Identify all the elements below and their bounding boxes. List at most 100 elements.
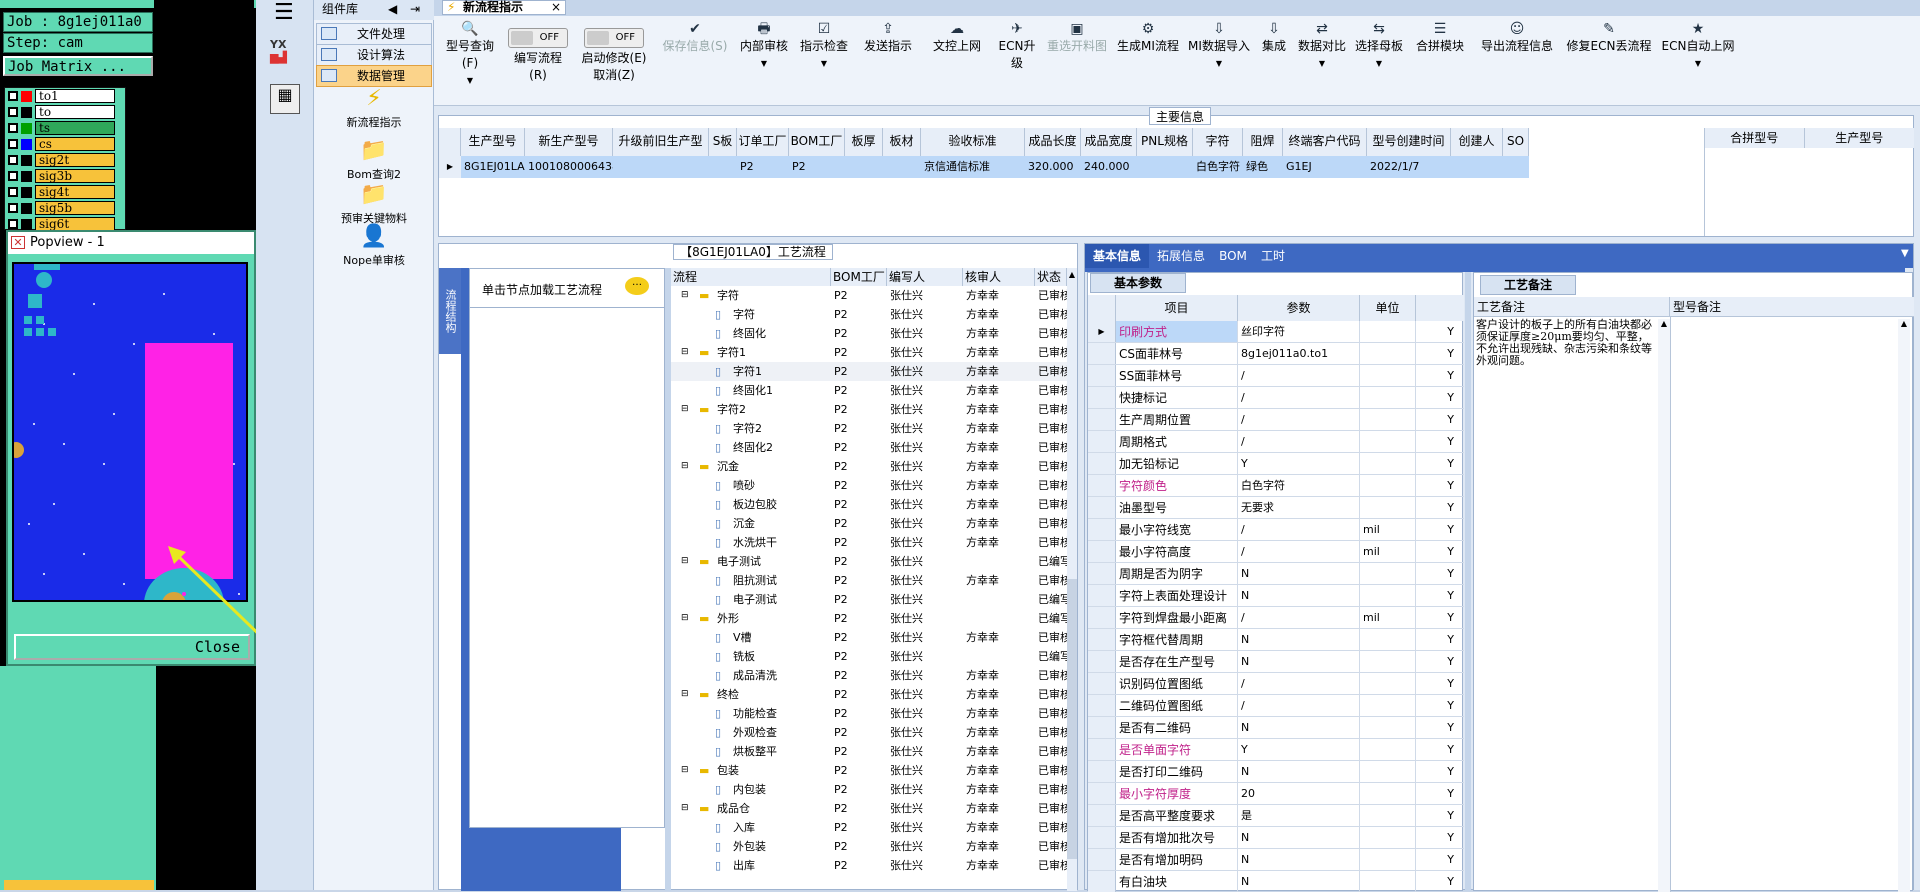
grid-column-header[interactable]: 升级前旧生产型号	[613, 128, 709, 174]
tab-new-process[interactable]: ⚡ 新流程指示 ×	[442, 0, 566, 15]
tree-row[interactable]: ▯ 外观检查 P2 张仕兴 方幸幸 已审核	[671, 723, 1067, 742]
tree-row[interactable]: ⊟ ▬ 字符2 P2 张仕兴 方幸幸 已审核	[671, 400, 1067, 419]
calculator-icon[interactable]: ▦	[270, 84, 300, 114]
toolbar-button[interactable]: 🖶 内部审核 ▼	[736, 20, 792, 92]
grid-cell[interactable]: 白色字符	[1193, 156, 1243, 178]
dropdown-arrow-icon[interactable]: ▼	[1352, 59, 1406, 68]
tree-row[interactable]: ⊟ ▬ 成品仓 P2 张仕兴 方幸幸 已审核	[671, 799, 1067, 818]
tab-basic-params[interactable]: 基本参数	[1090, 273, 1186, 293]
param-value[interactable]: /	[1238, 365, 1360, 386]
param-value[interactable]: /	[1238, 387, 1360, 408]
collapse-icon[interactable]: ⊟	[681, 400, 689, 419]
toolbar-button[interactable]: OFF 启动修改(E) 取消(Z)	[574, 20, 654, 92]
toolbar-button[interactable]: OFF 编写流程(R)	[506, 20, 570, 92]
nav-tool-0[interactable]: ⚡ 新流程指示	[314, 86, 434, 130]
param-row[interactable]: 最小字符线宽 / mil Y	[1088, 519, 1464, 541]
layer-checkbox[interactable]	[8, 91, 18, 101]
param-value[interactable]: /	[1238, 673, 1360, 694]
toolbar-button[interactable]: ★ ECN自动上网 ▼	[1658, 20, 1738, 92]
param-value[interactable]: /	[1238, 519, 1360, 540]
toolbar-button[interactable]: ☺ 导出流程信息	[1474, 20, 1560, 92]
grid-cell[interactable]: 绿色	[1243, 156, 1283, 178]
param-value[interactable]: Y	[1238, 453, 1360, 474]
grid-column-header[interactable]: 字符	[1193, 128, 1243, 156]
toolbar-button[interactable]: ⇩ MI数据导入 ▼	[1186, 20, 1252, 92]
param-row[interactable]: 有白油块 N Y	[1088, 871, 1464, 892]
grid-column-header[interactable]: PNL规格	[1137, 128, 1193, 156]
tree-column-header[interactable]: BOM工厂	[831, 268, 887, 286]
tree-row[interactable]: ▯ 字符 P2 张仕兴 方幸幸 已审核	[671, 305, 1067, 324]
tree-row[interactable]: ▯ 电子测试 P2 张仕兴 已编写	[671, 590, 1067, 609]
layer-checkbox[interactable]	[8, 171, 18, 181]
grid-cell[interactable]	[1503, 156, 1529, 178]
pin-icon[interactable]: ⇥	[410, 0, 420, 18]
toolbar-button[interactable]: ⇆ 选择母板 ▼	[1352, 20, 1406, 92]
grid-column-header[interactable]: 成品宽度	[1081, 128, 1137, 156]
collapse-icon[interactable]: ⊟	[681, 799, 689, 818]
param-value[interactable]: Y	[1238, 739, 1360, 760]
grid-column-header[interactable]: 阻焊	[1243, 128, 1283, 156]
param-value[interactable]: N	[1238, 563, 1360, 584]
dropdown-arrow-icon[interactable]: ▼	[796, 59, 852, 68]
param-row[interactable]: 识别码位置图纸 / Y	[1088, 673, 1464, 695]
param-row[interactable]: 是否有增加明码 N Y	[1088, 849, 1464, 871]
remark-scrollbar[interactable]: ▲	[1658, 319, 1670, 892]
toolbar-button[interactable]: ☑ 指示检查 ▼	[796, 20, 852, 92]
layer-checkbox[interactable]	[8, 219, 18, 229]
tree-row[interactable]: ▯ 字符1 P2 张仕兴 方幸幸 已审核	[671, 362, 1067, 381]
vertical-tab-structure[interactable]: 流程结构	[439, 268, 461, 354]
layer-checkbox[interactable]	[8, 139, 18, 149]
grid-cell[interactable]: 320.000	[1025, 156, 1081, 178]
tree-row[interactable]: ⊟ ▬ 电子测试 P2 张仕兴 已编写	[671, 552, 1067, 571]
info-tab[interactable]: 基本信息	[1085, 244, 1149, 268]
collapse-icon[interactable]: ⊟	[681, 343, 689, 362]
param-row[interactable]: 是否单面字符 Y Y	[1088, 739, 1464, 761]
tree-row[interactable]: ▯ 字符2 P2 张仕兴 方幸幸 已审核	[671, 419, 1067, 438]
nav-tool-3[interactable]: 👤 Nope单审核	[314, 224, 434, 268]
param-value[interactable]: N	[1238, 585, 1360, 606]
grid-column-header[interactable]: 成品长度	[1025, 128, 1081, 156]
param-value[interactable]: 无要求	[1238, 497, 1360, 518]
param-value[interactable]: 20	[1238, 783, 1360, 804]
layer-checkbox[interactable]	[8, 155, 18, 165]
param-row[interactable]: ▶ 印刷方式 丝印字符 Y	[1088, 321, 1464, 343]
grid-cell[interactable]: 240.000	[1081, 156, 1137, 178]
hamburger-menu-icon[interactable]: ☰	[274, 0, 294, 25]
tree-row[interactable]: ▯ 水洗烘干 P2 张仕兴 方幸幸 已审核	[671, 533, 1067, 552]
tree-row[interactable]: ▯ 铣板 P2 张仕兴 已编写	[671, 647, 1067, 666]
grid-cell[interactable]: 8G1EJ01LA0	[461, 156, 525, 178]
param-value[interactable]: N	[1238, 871, 1360, 892]
dropdown-arrow-icon[interactable]: ▼	[1658, 59, 1738, 68]
grid-column-header[interactable]: 板材	[883, 128, 921, 156]
layer-checkbox[interactable]	[8, 107, 18, 117]
param-row[interactable]: 是否有增加批次号 N Y	[1088, 827, 1464, 849]
layer-row[interactable]: sig2t	[5, 152, 125, 168]
nav-item[interactable]: 设计算法	[316, 44, 432, 66]
dropdown-arrow-icon[interactable]: ▼	[438, 76, 502, 85]
param-value[interactable]: N	[1238, 629, 1360, 650]
param-value[interactable]: N	[1238, 717, 1360, 738]
toolbar-button[interactable]: 🔍 型号查询(F) ▼	[438, 20, 502, 92]
dropdown-arrow-icon[interactable]: ▼	[1296, 59, 1348, 68]
tree-row[interactable]: ▯ 喷砂 P2 张仕兴 方幸幸 已审核	[671, 476, 1067, 495]
tree-row[interactable]: ▯ 终固化2 P2 张仕兴 方幸幸 已审核	[671, 438, 1067, 457]
toolbar-button[interactable]: ☁ 文控上网	[924, 20, 990, 92]
param-value[interactable]: 是	[1238, 805, 1360, 826]
layer-row[interactable]: cs	[5, 136, 125, 152]
grid-column-header[interactable]: 订单工厂	[737, 128, 789, 156]
tree-row[interactable]: ⊟ ▬ 外形 P2 张仕兴 已编写	[671, 609, 1067, 628]
layer-row[interactable]: sig4t	[5, 184, 125, 200]
grid-cell[interactable]: G1EJ	[1283, 156, 1367, 178]
layer-checkbox[interactable]	[8, 123, 18, 133]
tree-row[interactable]: ▯ 外包装 P2 张仕兴 方幸幸 已审核	[671, 837, 1067, 856]
grid-column-header[interactable]: 验收标准	[921, 128, 1025, 156]
param-value[interactable]: /	[1238, 607, 1360, 628]
tree-column-header[interactable]: 状态	[1035, 268, 1067, 286]
param-row[interactable]: 是否打印二维码 N Y	[1088, 761, 1464, 783]
grid-column-header[interactable]: 板厚	[845, 128, 883, 156]
param-column-header[interactable]: 单位	[1360, 295, 1416, 321]
grid-column-header[interactable]: 生产型号	[461, 128, 525, 156]
grid-column-header[interactable]: 新生产型号	[525, 128, 613, 156]
param-row[interactable]: 是否存在生产型号 N Y	[1088, 651, 1464, 673]
param-row[interactable]: 油墨型号 无要求 Y	[1088, 497, 1464, 519]
